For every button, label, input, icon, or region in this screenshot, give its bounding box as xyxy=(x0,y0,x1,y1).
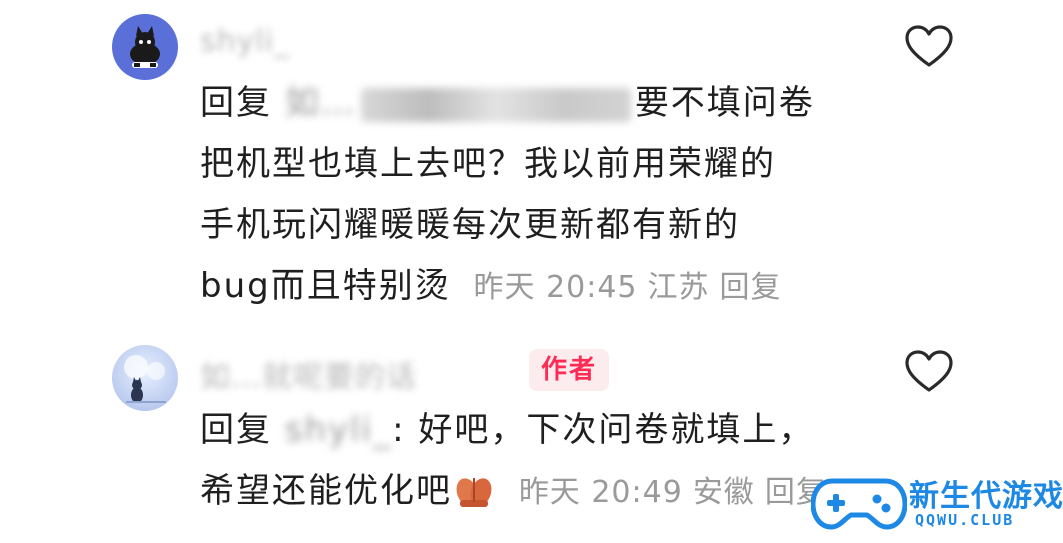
comment-line: 回复 如… 要不填问卷 xyxy=(200,73,815,134)
comment-line: 希望还能优化吧 昨天 20:49 安徽 回复 xyxy=(200,461,827,522)
heart-icon[interactable] xyxy=(904,350,954,394)
comment-body: 回复 shyli_: 好吧，下次问卷就填上， 希望还能优化吧 昨天 20:49 安… xyxy=(200,400,827,522)
comment-line: 把机型也填上去吧？我以前用荣耀的 xyxy=(200,144,776,184)
avatar[interactable] xyxy=(112,345,178,411)
comment-line: bug而且特别烫 昨天 20:45 江苏 回复 xyxy=(200,256,815,317)
comment-line: 回复 shyli_: 好吧，下次问卷就填上， xyxy=(200,400,827,461)
timestamp: 昨天 20:45 xyxy=(473,270,638,305)
comment-meta: 昨天 20:49 安徽 回复 xyxy=(509,475,827,510)
gamepad-logo-icon xyxy=(811,478,907,530)
reply-button[interactable]: 回复 xyxy=(720,270,782,305)
comment-thread: shyli_ 回复 如… 要不填问卷 把机型也填上去吧？我以前用荣耀的 手机玩闪耀… xyxy=(0,0,1063,543)
heart-icon[interactable] xyxy=(904,25,954,69)
comment-text: 希望还能优化吧 xyxy=(200,471,452,511)
comment-text: 要不填问卷 xyxy=(634,83,815,123)
site-watermark: 新生代游戏 QQWU.CLUB xyxy=(811,469,1063,539)
folded-hands-icon xyxy=(456,478,492,507)
mentioned-user[interactable]: shyli_ xyxy=(285,400,392,461)
username[interactable]: 如…就呢要的话 xyxy=(200,352,417,396)
timestamp: 昨天 20:49 xyxy=(518,475,683,510)
location: 江苏 xyxy=(647,270,710,305)
reply-prefix: 回复 xyxy=(200,83,272,123)
comment-line: 手机玩闪耀暖暖每次更新都有新的 xyxy=(200,205,740,245)
mentioned-user[interactable]: 如… xyxy=(285,73,357,134)
comment-text: : 好吧，下次问卷就填上， xyxy=(392,410,815,450)
redacted-text xyxy=(360,87,631,122)
watermark-title: 新生代游戏 xyxy=(909,479,1063,514)
watermark-domain: QQWU.CLUB xyxy=(915,511,1015,529)
reply-prefix: 回复 xyxy=(200,410,272,450)
author-badge: 作者 xyxy=(529,349,610,391)
comment-meta: 昨天 20:45 江苏 回复 xyxy=(464,270,782,305)
comment-body: 回复 如… 要不填问卷 把机型也填上去吧？我以前用荣耀的 手机玩闪耀暖暖每次更新都… xyxy=(200,73,815,317)
location: 安徽 xyxy=(692,475,755,510)
username[interactable]: shyli_ xyxy=(200,24,290,59)
comment-text: bug而且特别烫 xyxy=(200,266,451,306)
avatar[interactable] xyxy=(112,14,178,80)
